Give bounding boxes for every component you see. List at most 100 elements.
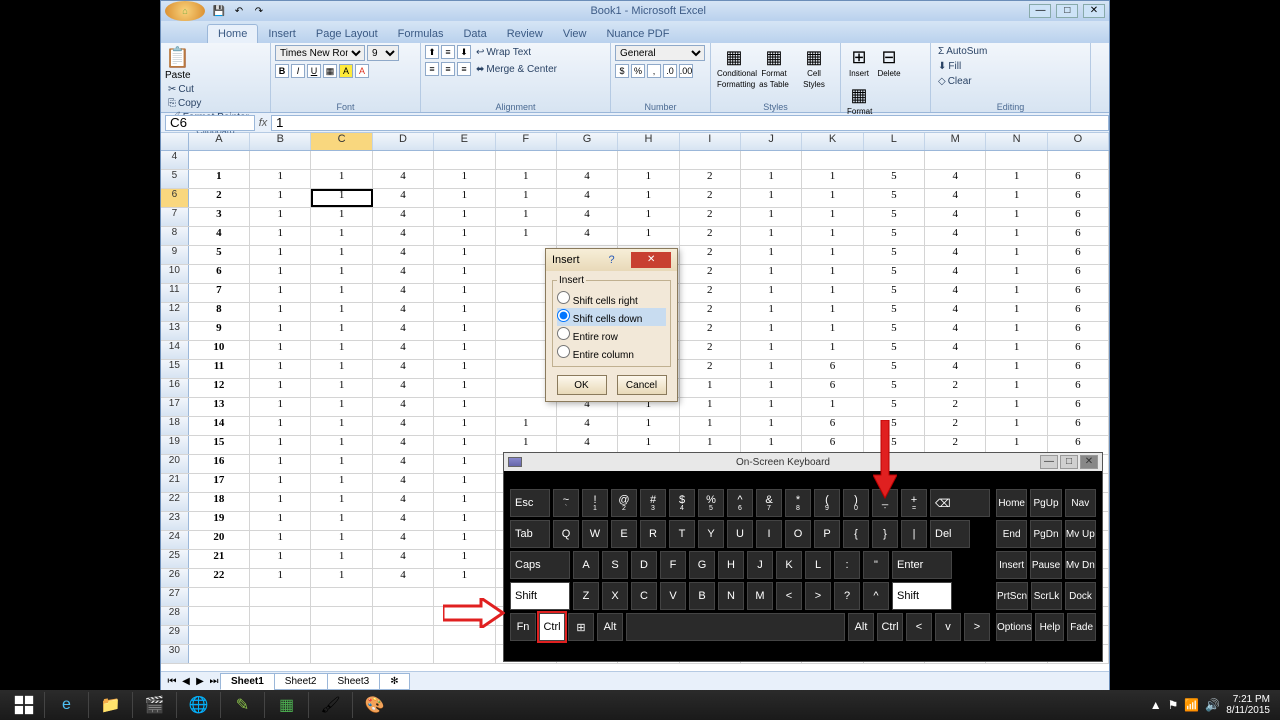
comma-icon[interactable]: ,	[647, 64, 661, 78]
cell-D28[interactable]	[373, 607, 434, 625]
cell-E15[interactable]: 1	[434, 360, 495, 378]
cell-O15[interactable]: 6	[1048, 360, 1109, 378]
cell-I10[interactable]: 2	[680, 265, 741, 283]
cell-J14[interactable]: 1	[741, 341, 802, 359]
column-header-B[interactable]: B	[250, 133, 311, 150]
cell-M9[interactable]: 4	[925, 246, 986, 264]
row-header-29[interactable]: 29	[161, 626, 189, 644]
cell-E12[interactable]: 1	[434, 303, 495, 321]
cell-A19[interactable]: 15	[189, 436, 250, 454]
key-pause[interactable]: Pause	[1030, 551, 1061, 579]
row-header-25[interactable]: 25	[161, 550, 189, 568]
key-options[interactable]: Options	[996, 613, 1032, 641]
key-help[interactable]: Help	[1035, 613, 1064, 641]
key-o[interactable]: O	[785, 520, 811, 548]
key-p[interactable]: P	[814, 520, 840, 548]
key-r[interactable]: R	[640, 520, 666, 548]
cell-K18[interactable]: 6	[802, 417, 863, 435]
paste-button[interactable]: 📋Paste	[165, 45, 191, 81]
cell-J6[interactable]: 1	[741, 189, 802, 207]
decrease-decimal-icon[interactable]: .00	[679, 64, 693, 78]
key-v[interactable]: V	[660, 582, 686, 610]
cell-O12[interactable]: 6	[1048, 303, 1109, 321]
tray-volume-icon[interactable]: 🔊	[1205, 698, 1220, 712]
cell-A18[interactable]: 14	[189, 417, 250, 435]
cell-D10[interactable]: 4	[373, 265, 434, 283]
cell-C18[interactable]: 1	[311, 417, 372, 435]
key-dock[interactable]: Dock	[1065, 582, 1096, 610]
currency-icon[interactable]: $	[615, 64, 629, 78]
align-left-icon[interactable]: ≡	[425, 62, 439, 76]
row-header-23[interactable]: 23	[161, 512, 189, 530]
cell-E16[interactable]: 1	[434, 379, 495, 397]
cell-E10[interactable]: 1	[434, 265, 495, 283]
cell-G4[interactable]	[557, 151, 618, 169]
key-insert[interactable]: Insert	[996, 551, 1027, 579]
column-header-G[interactable]: G	[557, 133, 618, 150]
cell-A21[interactable]: 17	[189, 474, 250, 492]
column-header-I[interactable]: I	[680, 133, 741, 150]
cell-B13[interactable]: 1	[250, 322, 311, 340]
cell-E17[interactable]: 1	[434, 398, 495, 416]
row-header-26[interactable]: 26	[161, 569, 189, 587]
cell-C6[interactable]: 1	[311, 189, 372, 207]
key-v[interactable]: v	[935, 613, 961, 641]
cell-M5[interactable]: 4	[925, 170, 986, 188]
key-shift[interactable]: Shift	[510, 582, 570, 610]
cell-I15[interactable]: 2	[680, 360, 741, 378]
column-header-L[interactable]: L	[864, 133, 925, 150]
fill-button[interactable]: ⬇Fill	[935, 60, 964, 73]
close-button[interactable]: ✕	[1083, 4, 1105, 18]
cell-E4[interactable]	[434, 151, 495, 169]
cell-L10[interactable]: 5	[864, 265, 925, 283]
cell-N18[interactable]: 1	[986, 417, 1047, 435]
key-&[interactable]: &7	[756, 489, 782, 517]
row-header-17[interactable]: 17	[161, 398, 189, 416]
cell-A9[interactable]: 5	[189, 246, 250, 264]
cell-L6[interactable]: 5	[864, 189, 925, 207]
cell-G7[interactable]: 4	[557, 208, 618, 226]
tab-home[interactable]: Home	[207, 24, 258, 43]
key-mvdn[interactable]: Mv Dn	[1065, 551, 1096, 579]
key-![interactable]: !1	[582, 489, 608, 517]
cell-A26[interactable]: 22	[189, 569, 250, 587]
formula-bar[interactable]	[271, 115, 1109, 131]
cell-O4[interactable]	[1048, 151, 1109, 169]
cell-H7[interactable]: 1	[618, 208, 679, 226]
cell-I6[interactable]: 2	[680, 189, 741, 207]
conditional-formatting-button[interactable]: ▦Conditional Formatting	[715, 45, 753, 92]
key-ctrl[interactable]: Ctrl	[539, 613, 565, 641]
cell-K16[interactable]: 6	[802, 379, 863, 397]
cell-C28[interactable]	[311, 607, 372, 625]
key-$[interactable]: $4	[669, 489, 695, 517]
cell-N15[interactable]: 1	[986, 360, 1047, 378]
copy-button[interactable]: ⎘Copy	[165, 97, 252, 110]
office-button[interactable]: ⌂	[165, 1, 205, 21]
cell-D11[interactable]: 4	[373, 284, 434, 302]
cell-D21[interactable]: 4	[373, 474, 434, 492]
cell-I4[interactable]	[680, 151, 741, 169]
cell-B4[interactable]	[250, 151, 311, 169]
key-nav[interactable]: Nav	[1065, 489, 1096, 517]
cell-B26[interactable]: 1	[250, 569, 311, 587]
font-size-select[interactable]: 9	[367, 45, 399, 61]
key-end[interactable]: End	[996, 520, 1027, 548]
cell-A7[interactable]: 3	[189, 208, 250, 226]
radio-entire-column[interactable]: Entire column	[557, 344, 666, 362]
cell-M13[interactable]: 4	[925, 322, 986, 340]
cell-K15[interactable]: 6	[802, 360, 863, 378]
key->[interactable]: >	[964, 613, 990, 641]
cell-N4[interactable]	[986, 151, 1047, 169]
cell-O8[interactable]: 6	[1048, 227, 1109, 245]
cell-A15[interactable]: 11	[189, 360, 250, 378]
cell-E8[interactable]: 1	[434, 227, 495, 245]
key-scrlk[interactable]: ScrLk	[1031, 582, 1062, 610]
key-s[interactable]: S	[602, 551, 628, 579]
cell-B5[interactable]: 1	[250, 170, 311, 188]
row-header-20[interactable]: 20	[161, 455, 189, 473]
cell-C10[interactable]: 1	[311, 265, 372, 283]
cell-C5[interactable]: 1	[311, 170, 372, 188]
cell-J15[interactable]: 1	[741, 360, 802, 378]
taskbar-excel-icon[interactable]: ▦	[264, 692, 308, 718]
cut-button[interactable]: ✂Cut	[165, 83, 252, 96]
